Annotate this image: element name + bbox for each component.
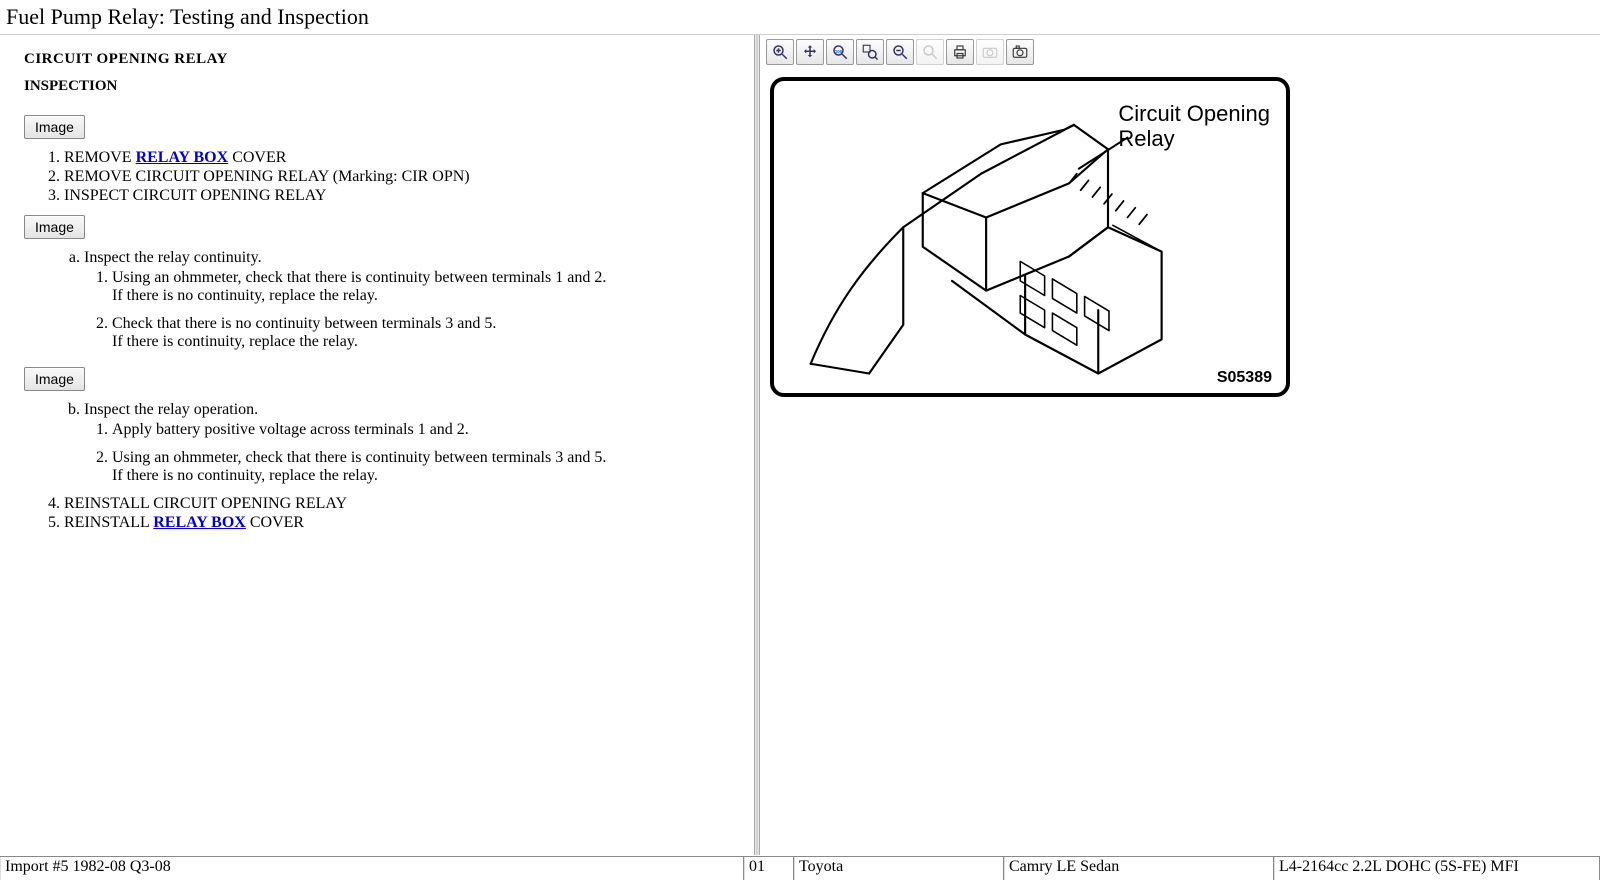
camera-disabled-icon bbox=[981, 43, 999, 61]
step-1: REMOVE RELAY BOX COVER bbox=[64, 149, 736, 167]
step-5: REINSTALL RELAY BOX COVER bbox=[64, 514, 736, 532]
diagram-wrap: Circuit Opening Relay S05389 bbox=[760, 69, 1600, 397]
section-title: CIRCUIT OPENING RELAY bbox=[24, 51, 736, 68]
status-make: Toyota bbox=[794, 857, 1004, 880]
status-year: 01 bbox=[744, 857, 794, 880]
a2-l1: Check that there is no continuity betwee… bbox=[112, 315, 496, 332]
pan-icon bbox=[801, 43, 819, 61]
zoom-out-step-button[interactable] bbox=[886, 39, 914, 65]
diagram-code: S05389 bbox=[1217, 369, 1272, 387]
relay-box-link-2[interactable]: RELAY BOX bbox=[153, 514, 246, 531]
inspection-title: INSPECTION bbox=[24, 78, 736, 95]
relay-box-link-1[interactable]: RELAY BOX bbox=[136, 149, 229, 166]
right-pane: 100 bbox=[760, 35, 1600, 855]
zoom-100-icon: 100 bbox=[831, 43, 849, 61]
diagram-label-l1: Circuit Opening bbox=[1118, 101, 1270, 126]
step-2: REMOVE CIRCUIT OPENING RELAY (Marking: C… bbox=[64, 168, 736, 186]
zoom-region-icon bbox=[861, 43, 879, 61]
step-1-post: COVER bbox=[228, 149, 286, 166]
b2-l2: If there is no continuity, replace the r… bbox=[112, 467, 378, 484]
main-row: CIRCUIT OPENING RELAY INSPECTION Image R… bbox=[0, 35, 1600, 855]
substep-b2: Using an ohmmeter, check that there is c… bbox=[112, 449, 736, 485]
zoom-in-button[interactable] bbox=[766, 39, 794, 65]
a1-l1: Using an ohmmeter, check that there is c… bbox=[112, 269, 606, 286]
substep-a: Inspect the relay continuity. Using an o… bbox=[84, 249, 736, 351]
substeps-a: Inspect the relay continuity. Using an o… bbox=[24, 249, 736, 351]
status-model: Camry LE Sedan bbox=[1004, 857, 1274, 880]
camera-disabled-button bbox=[976, 39, 1004, 65]
left-pane: CIRCUIT OPENING RELAY INSPECTION Image R… bbox=[0, 35, 754, 855]
pan-button[interactable] bbox=[796, 39, 824, 65]
step-4: REINSTALL CIRCUIT OPENING RELAY bbox=[64, 495, 736, 513]
status-engine: L4-2164cc 2.2L DOHC (5S-FE) MFI bbox=[1274, 857, 1600, 880]
image-button-2[interactable]: Image bbox=[24, 215, 85, 239]
image-toolbar: 100 bbox=[760, 35, 1600, 69]
substep-a1: Using an ohmmeter, check that there is c… bbox=[112, 269, 736, 305]
svg-text:100: 100 bbox=[835, 49, 843, 54]
steps-list-top: REMOVE RELAY BOX COVER REMOVE CIRCUIT OP… bbox=[24, 149, 736, 205]
status-import: Import #5 1982-08 Q3-08 bbox=[0, 857, 744, 880]
substeps-a-nested: Using an ohmmeter, check that there is c… bbox=[84, 269, 736, 351]
step-3: INSPECT CIRCUIT OPENING RELAY bbox=[64, 187, 736, 205]
a2-l2: If there is continuity, replace the rela… bbox=[112, 333, 358, 350]
zoom-disabled-button bbox=[916, 39, 944, 65]
zoom-region-button[interactable] bbox=[856, 39, 884, 65]
substep-a-title: Inspect the relay continuity. bbox=[84, 249, 262, 266]
substeps-b: Inspect the relay operation. Apply batte… bbox=[24, 401, 736, 485]
substeps-b-nested: Apply battery positive voltage across te… bbox=[84, 421, 736, 485]
zoom-in-icon bbox=[771, 43, 789, 61]
zoom-out-step-icon bbox=[891, 43, 909, 61]
diagram[interactable]: Circuit Opening Relay S05389 bbox=[770, 77, 1290, 397]
image-button-1[interactable]: Image bbox=[24, 115, 85, 139]
print-button[interactable] bbox=[946, 39, 974, 65]
zoom-100-button[interactable]: 100 bbox=[826, 39, 854, 65]
print-icon bbox=[951, 43, 969, 61]
steps-list-bottom: REINSTALL CIRCUIT OPENING RELAY REINSTAL… bbox=[24, 495, 736, 532]
substep-a2: Check that there is no continuity betwee… bbox=[112, 315, 736, 351]
gallery-icon bbox=[1011, 43, 1029, 61]
step-1-pre: REMOVE bbox=[64, 149, 136, 166]
substep-b: Inspect the relay operation. Apply batte… bbox=[84, 401, 736, 485]
page-title: Fuel Pump Relay: Testing and Inspection bbox=[0, 0, 1600, 35]
a1-l2: If there is no continuity, replace the r… bbox=[112, 287, 378, 304]
image-button-3[interactable]: Image bbox=[24, 367, 85, 391]
zoom-disabled-icon bbox=[921, 43, 939, 61]
step-5-post: COVER bbox=[246, 514, 304, 531]
substep-b-title: Inspect the relay operation. bbox=[84, 401, 258, 418]
b2-l1: Using an ohmmeter, check that there is c… bbox=[112, 449, 606, 466]
diagram-label-l2: Relay bbox=[1118, 126, 1270, 151]
substep-b1: Apply battery positive voltage across te… bbox=[112, 421, 736, 439]
gallery-button[interactable] bbox=[1006, 39, 1034, 65]
status-bar: Import #5 1982-08 Q3-08 01 Toyota Camry … bbox=[0, 856, 1600, 880]
diagram-label: Circuit Opening Relay bbox=[1118, 101, 1270, 152]
step-5-pre: REINSTALL bbox=[64, 514, 153, 531]
